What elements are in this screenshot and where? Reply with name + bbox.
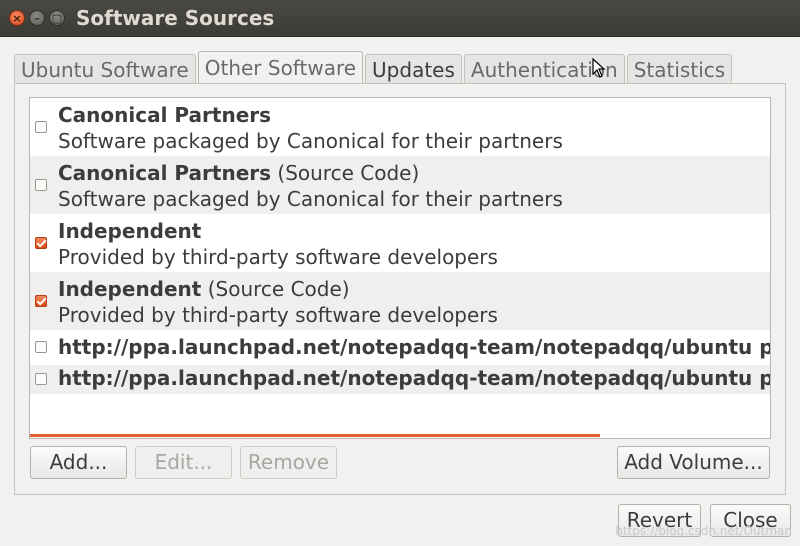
add-button[interactable]: Add... bbox=[30, 446, 127, 479]
tab-other-software[interactable]: Other Software bbox=[197, 51, 364, 84]
tab-statistics[interactable]: Statistics bbox=[626, 54, 733, 84]
list-item[interactable]: Independent (Source Code) Provided by th… bbox=[30, 272, 770, 330]
horizontal-scrollbar[interactable] bbox=[30, 434, 600, 437]
source-description: Provided by third-party software develop… bbox=[58, 245, 498, 269]
source-title: http://ppa.launchpad.net/notepadqq-team/… bbox=[58, 335, 770, 359]
maximize-window-button[interactable]: □ bbox=[49, 10, 65, 26]
mouse-cursor-icon bbox=[592, 58, 606, 78]
list-item[interactable]: Independent Provided by third-party soft… bbox=[30, 214, 770, 272]
source-checkbox[interactable] bbox=[35, 121, 47, 133]
source-suffix: (Source Code) bbox=[271, 161, 420, 185]
watermark: https://blog.csdn.net/Outman bbox=[615, 524, 792, 538]
add-volume-button[interactable]: Add Volume... bbox=[617, 446, 770, 479]
tab-bar: Ubuntu Software Other Software Updates A… bbox=[14, 51, 734, 84]
source-description: Provided by third-party software develop… bbox=[58, 303, 498, 327]
source-suffix: (Source Code) bbox=[201, 277, 350, 301]
remove-button[interactable]: Remove bbox=[240, 446, 337, 479]
list-item[interactable]: Canonical Partners Software packaged by … bbox=[30, 98, 770, 156]
list-item[interactable]: http://ppa.launchpad.net/notepadqq-team/… bbox=[30, 365, 770, 394]
minimize-icon: – bbox=[34, 11, 40, 25]
tab-ubuntu-software[interactable]: Ubuntu Software bbox=[14, 54, 196, 84]
list-item[interactable]: Canonical Partners (Source Code) Softwar… bbox=[30, 156, 770, 214]
sources-list[interactable]: Canonical Partners Software packaged by … bbox=[29, 97, 771, 439]
source-checkbox[interactable] bbox=[35, 341, 47, 353]
title-bar: × – □ Software Sources bbox=[0, 0, 800, 37]
minimize-window-button[interactable]: – bbox=[29, 10, 45, 26]
maximize-icon: □ bbox=[51, 11, 63, 25]
source-checkbox[interactable] bbox=[35, 237, 47, 249]
window-title: Software Sources bbox=[76, 6, 275, 30]
source-checkbox[interactable] bbox=[35, 373, 47, 385]
source-title: http://ppa.launchpad.net/notepadqq-team/… bbox=[58, 366, 770, 390]
source-checkbox[interactable] bbox=[35, 179, 47, 191]
list-item[interactable]: http://ppa.launchpad.net/notepadqq-team/… bbox=[30, 330, 770, 365]
source-description: Software packaged by Canonical for their… bbox=[58, 129, 563, 153]
source-description: Software packaged by Canonical for their… bbox=[58, 187, 563, 211]
tab-updates[interactable]: Updates bbox=[365, 54, 462, 84]
source-title: Canonical Partners bbox=[58, 103, 272, 127]
source-checkbox[interactable] bbox=[35, 295, 47, 307]
source-title: Independent bbox=[58, 219, 202, 243]
source-title: Independent bbox=[58, 277, 202, 301]
close-icon: × bbox=[12, 11, 22, 25]
source-title: Canonical Partners bbox=[58, 161, 272, 185]
edit-button[interactable]: Edit... bbox=[135, 446, 232, 479]
close-window-button[interactable]: × bbox=[9, 10, 25, 26]
